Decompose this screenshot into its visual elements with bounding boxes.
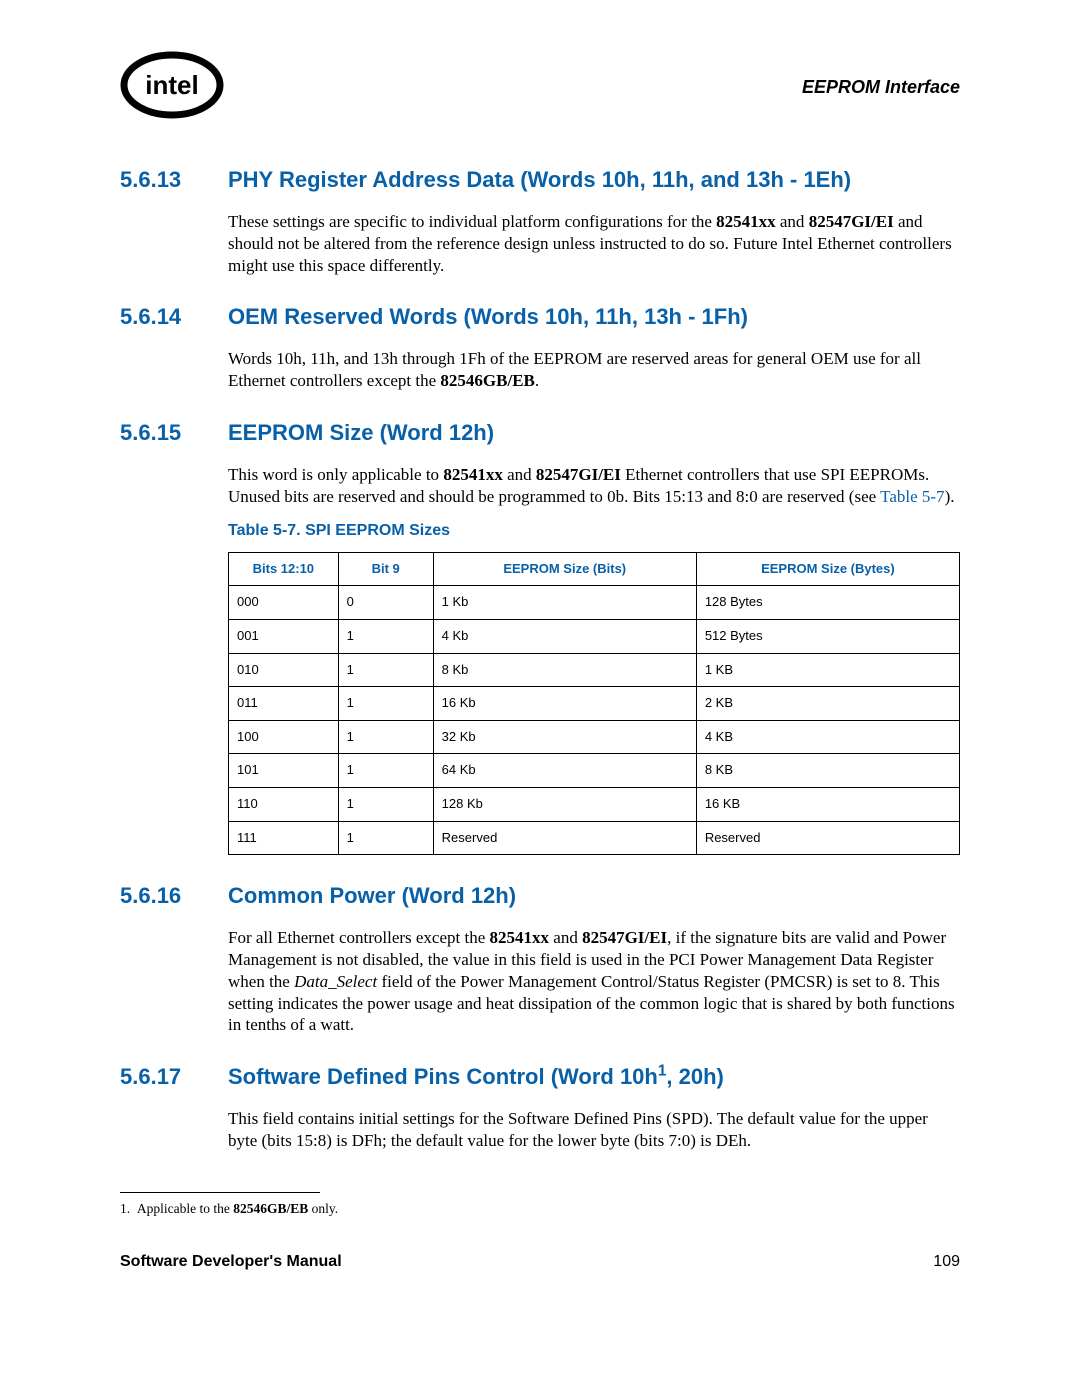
- section-title: Common Power (Word 12h): [228, 883, 516, 909]
- section-body: This word is only applicable to 82541xx …: [228, 464, 960, 856]
- section-5-6-15: 5.6.15 EEPROM Size (Word 12h) This word …: [120, 420, 960, 856]
- table-cell: 128 Bytes: [696, 586, 959, 620]
- intel-logo-icon: intel: [120, 50, 224, 125]
- page-number: 109: [933, 1253, 960, 1271]
- table-cell: 110: [229, 788, 339, 822]
- footer: Software Developer's Manual 109: [120, 1253, 960, 1271]
- table-cell: 111: [229, 821, 339, 855]
- section-number: 5.6.16: [120, 883, 228, 909]
- table-cell: 101: [229, 754, 339, 788]
- table-cell: 4 KB: [696, 720, 959, 754]
- section-title: Software Defined Pins Control (Word 10h1…: [228, 1064, 724, 1090]
- table-header: Bit 9: [338, 552, 433, 586]
- table-row: 100132 Kb4 KB: [229, 720, 960, 754]
- table-row: 011116 Kb2 KB: [229, 687, 960, 721]
- table-cell: 8 KB: [696, 754, 959, 788]
- table-cell: 8 Kb: [433, 653, 696, 687]
- table-cell: 1: [338, 788, 433, 822]
- section-heading: 5.6.13 PHY Register Address Data (Words …: [120, 167, 960, 193]
- paragraph: This word is only applicable to 82541xx …: [228, 464, 960, 508]
- section-title: OEM Reserved Words (Words 10h, 11h, 13h …: [228, 304, 748, 330]
- page: intel EEPROM Interface 5.6.13 PHY Regist…: [0, 0, 1080, 1311]
- table-row: 1111ReservedReserved: [229, 821, 960, 855]
- table-cell: 0: [338, 586, 433, 620]
- table-cell: 16 Kb: [433, 687, 696, 721]
- section-5-6-16: 5.6.16 Common Power (Word 12h) For all E…: [120, 883, 960, 1036]
- section-number: 5.6.14: [120, 304, 228, 330]
- table-cell: 001: [229, 619, 339, 653]
- table-cell: 010: [229, 653, 339, 687]
- section-body: This field contains initial settings for…: [228, 1108, 960, 1152]
- table-caption: Table 5-7. SPI EEPROM Sizes: [228, 521, 960, 541]
- section-5-6-13: 5.6.13 PHY Register Address Data (Words …: [120, 167, 960, 276]
- table-row: 00001 Kb128 Bytes: [229, 586, 960, 620]
- footnote-rule: [120, 1192, 320, 1193]
- table-cell: 1: [338, 619, 433, 653]
- section-body: Words 10h, 11h, and 13h through 1Fh of t…: [228, 348, 960, 392]
- svg-text:intel: intel: [145, 70, 198, 100]
- table-cell: Reserved: [433, 821, 696, 855]
- header: intel EEPROM Interface: [120, 50, 960, 125]
- section-5-6-17: 5.6.17 Software Defined Pins Control (Wo…: [120, 1064, 960, 1152]
- section-title: PHY Register Address Data (Words 10h, 11…: [228, 167, 851, 193]
- table-cell: 4 Kb: [433, 619, 696, 653]
- table-header-row: Bits 12:10 Bit 9 EEPROM Size (Bits) EEPR…: [229, 552, 960, 586]
- paragraph: For all Ethernet controllers except the …: [228, 927, 960, 1036]
- table-row: 1101128 Kb16 KB: [229, 788, 960, 822]
- table-cell: 64 Kb: [433, 754, 696, 788]
- header-title: EEPROM Interface: [802, 77, 960, 98]
- section-number: 5.6.17: [120, 1064, 228, 1090]
- table-cell: 000: [229, 586, 339, 620]
- section-title: EEPROM Size (Word 12h): [228, 420, 494, 446]
- paragraph: This field contains initial settings for…: [228, 1108, 960, 1152]
- table-cell: 1: [338, 687, 433, 721]
- table-cell: 1: [338, 754, 433, 788]
- table-row: 01018 Kb1 KB: [229, 653, 960, 687]
- footer-manual-title: Software Developer's Manual: [120, 1253, 342, 1271]
- paragraph: Words 10h, 11h, and 13h through 1Fh of t…: [228, 348, 960, 392]
- table-row: 101164 Kb8 KB: [229, 754, 960, 788]
- section-number: 5.6.13: [120, 167, 228, 193]
- section-heading: 5.6.15 EEPROM Size (Word 12h): [120, 420, 960, 446]
- section-heading: 5.6.14 OEM Reserved Words (Words 10h, 11…: [120, 304, 960, 330]
- section-heading: 5.6.17 Software Defined Pins Control (Wo…: [120, 1064, 960, 1090]
- section-5-6-14: 5.6.14 OEM Reserved Words (Words 10h, 11…: [120, 304, 960, 392]
- table-header: Bits 12:10: [229, 552, 339, 586]
- table-cell: Reserved: [696, 821, 959, 855]
- table-cell: 16 KB: [696, 788, 959, 822]
- section-number: 5.6.15: [120, 420, 228, 446]
- table-ref-link[interactable]: Table 5-7: [880, 487, 944, 506]
- section-body: For all Ethernet controllers except the …: [228, 927, 960, 1036]
- table-cell: 1 KB: [696, 653, 959, 687]
- table-header: EEPROM Size (Bits): [433, 552, 696, 586]
- footnote: 1. Applicable to the 82546GB/EB only.: [120, 1201, 960, 1217]
- table-cell: 2 KB: [696, 687, 959, 721]
- section-heading: 5.6.16 Common Power (Word 12h): [120, 883, 960, 909]
- table-cell: 100: [229, 720, 339, 754]
- table-cell: 1 Kb: [433, 586, 696, 620]
- table-row: 00114 Kb512 Bytes: [229, 619, 960, 653]
- table-cell: 1: [338, 720, 433, 754]
- section-body: These settings are specific to individua…: [228, 211, 960, 276]
- table-cell: 128 Kb: [433, 788, 696, 822]
- table-cell: 011: [229, 687, 339, 721]
- table-header: EEPROM Size (Bytes): [696, 552, 959, 586]
- table-cell: 1: [338, 821, 433, 855]
- table-cell: 32 Kb: [433, 720, 696, 754]
- table-cell: 512 Bytes: [696, 619, 959, 653]
- paragraph: These settings are specific to individua…: [228, 211, 960, 276]
- table-cell: 1: [338, 653, 433, 687]
- spi-eeprom-sizes-table: Bits 12:10 Bit 9 EEPROM Size (Bits) EEPR…: [228, 552, 960, 856]
